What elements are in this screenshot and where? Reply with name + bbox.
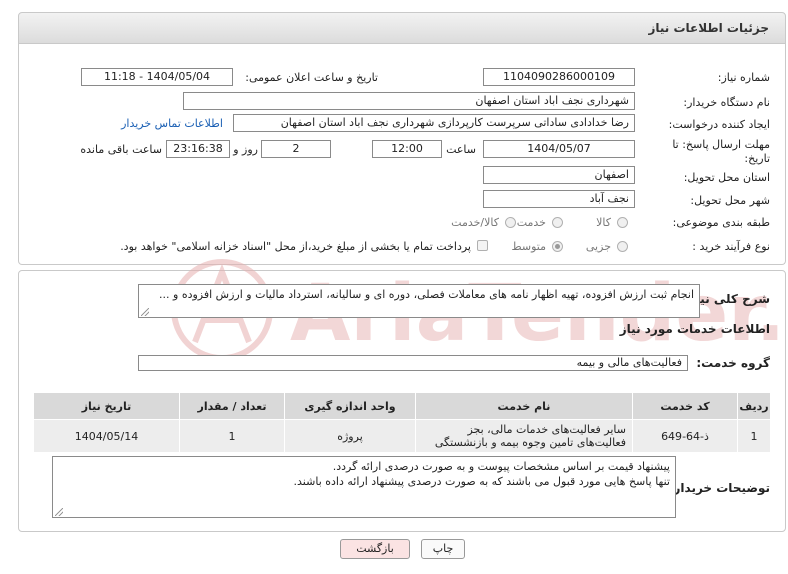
buyer-org-label: نام دستگاه خریدار: (683, 96, 770, 109)
category-radio-goods-service[interactable] (505, 217, 516, 228)
col-header-quantity: تعداد / مقدار (179, 392, 285, 420)
announce-datetime-field[interactable]: 1404/05/04 - 11:18 (81, 68, 233, 86)
deadline-label: مهلت ارسال پاسخ: تا تاریخ: (672, 138, 770, 165)
summary-text: انجام ثبت ارزش افزوده، تهیه اظهار نامه ه… (159, 288, 694, 301)
process-option-minor: جزیی (585, 240, 611, 253)
back-button[interactable]: بازگشت (340, 539, 410, 559)
province-label: استان محل تحویل: (683, 171, 770, 184)
deadline-date-field[interactable]: 1404/05/07 (483, 140, 635, 158)
time-remaining-field[interactable]: 23:16:38 (166, 140, 230, 158)
buyer-notes-line-1: پیشنهاد قیمت بر اساس مشخصات پیوست و به ص… (332, 460, 670, 473)
panel-header: جزئیات اطلاعات نیاز (18, 12, 786, 44)
col-header-service-code: کد خدمت (632, 392, 738, 420)
print-button[interactable]: چاپ (421, 539, 465, 559)
table-row[interactable]: 1 ذ-64-649 سایر فعالیت‌های خدمات مالی، ب… (33, 419, 771, 453)
services-section-title: اطلاعات خدمات مورد نیاز (619, 322, 770, 336)
category-option-goods: کالا (596, 216, 611, 229)
treasury-payment-note: پرداخت تمام یا بخشی از مبلغ خرید،از محل … (120, 240, 471, 253)
city-field[interactable]: نجف آباد (483, 190, 635, 208)
service-group-field[interactable]: فعالیت‌های مالی و بیمه (138, 355, 688, 371)
need-number-field[interactable]: 1104090286000109 (483, 68, 635, 86)
panel-title: جزئیات اطلاعات نیاز (648, 21, 769, 35)
resize-handle-icon[interactable] (55, 508, 63, 516)
category-radio-goods[interactable] (617, 217, 628, 228)
buyer-notes-textarea[interactable]: پیشنهاد قیمت بر اساس مشخصات پیوست و به ص… (52, 456, 676, 518)
cell-unit: پروژه (284, 419, 416, 453)
city-label: شهر محل تحویل: (690, 194, 770, 207)
category-option-goods-service: کالا/خدمت (451, 216, 499, 229)
services-table: ردیف کد خدمت نام خدمت واحد اندازه گیری ت… (33, 392, 771, 453)
days-label: روز و (233, 143, 258, 156)
buyer-notes-label: توضیحات خریدار: (668, 481, 770, 495)
creator-field[interactable]: رضا خدادادی ساداتی سرپرست کارپردازی شهرد… (233, 114, 635, 132)
cell-row-number: 1 (737, 419, 771, 453)
category-option-service: خدمت (516, 216, 546, 229)
announce-datetime-label: تاریخ و ساعت اعلان عمومی: (245, 71, 378, 84)
cell-service-name: سایر فعالیت‌های خدمات مالی، بجز فعالیت‌ه… (415, 419, 633, 453)
buyer-notes-line-2: تنها پاسخ هایی مورد قبول می باشند که به … (293, 475, 670, 488)
cell-need-date: 1404/05/14 (33, 419, 180, 453)
province-field[interactable]: اصفهان (483, 166, 635, 184)
process-radio-medium[interactable] (552, 241, 563, 252)
process-radio-minor[interactable] (617, 241, 628, 252)
category-radio-service[interactable] (552, 217, 563, 228)
need-number-label: شماره نیاز: (717, 71, 770, 84)
buyer-org-field[interactable]: شهرداری نجف اباد استان اصفهان (183, 92, 635, 110)
buyer-contact-link[interactable]: اطلاعات تماس خریدار (121, 117, 223, 130)
process-label: نوع فرآیند خرید : (692, 240, 770, 253)
col-header-unit: واحد اندازه گیری (284, 392, 416, 420)
service-group-label: گروه خدمت: (696, 356, 770, 370)
category-label: طبقه بندی موضوعی: (672, 216, 770, 229)
treasury-checkbox[interactable] (477, 240, 488, 251)
creator-label: ایجاد کننده درخواست: (668, 118, 770, 131)
process-option-medium: متوسط (511, 240, 546, 253)
summary-textarea[interactable]: انجام ثبت ارزش افزوده، تهیه اظهار نامه ه… (138, 284, 700, 318)
days-remaining-field[interactable]: 2 (261, 140, 331, 158)
time-remaining-label: ساعت باقی مانده (80, 143, 162, 156)
cell-service-code: ذ-64-649 (632, 419, 738, 453)
col-header-need-date: تاریخ نیاز (33, 392, 180, 420)
cell-quantity: 1 (179, 419, 285, 453)
deadline-time-field[interactable]: 12:00 (372, 140, 442, 158)
table-header-row: ردیف کد خدمت نام خدمت واحد اندازه گیری ت… (33, 392, 771, 420)
resize-handle-icon[interactable] (141, 308, 149, 316)
deadline-time-label: ساعت (446, 143, 476, 156)
col-header-row-number: ردیف (737, 392, 771, 420)
col-header-service-name: نام خدمت (415, 392, 633, 420)
